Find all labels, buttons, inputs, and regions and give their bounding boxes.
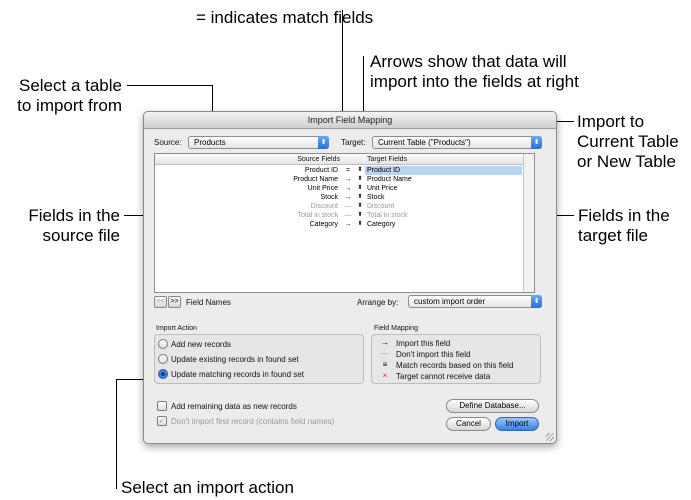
legend-symbol-icon: → xyxy=(381,338,389,347)
add-remaining-checkbox[interactable] xyxy=(157,401,167,411)
mapping-arrow-icon[interactable]: → xyxy=(341,220,355,229)
mapping-arrow-icon[interactable]: — xyxy=(341,202,355,211)
callout-arrows-line1: Arrows show that data will xyxy=(370,52,567,71)
field-names-label: Field Names xyxy=(186,298,231,307)
table-row[interactable]: Discount — ⬍ Discount xyxy=(155,202,534,211)
mapping-arrow-icon[interactable]: → xyxy=(341,175,355,184)
popup-arrows-icon: ⬍ xyxy=(531,295,542,308)
table-row[interactable]: Category → ⬍ Category xyxy=(155,220,534,229)
dialog-title: Import Field Mapping xyxy=(144,112,556,129)
list-header: Source Fields Target Fields xyxy=(155,154,534,165)
source-field-name: Total in stock xyxy=(297,212,338,219)
target-field-name: Unit Price xyxy=(367,185,398,192)
arrange-by-popup[interactable]: custom import order ⬍ xyxy=(408,295,542,308)
target-field-name: Product Name xyxy=(367,176,412,183)
field-mapping-list[interactable]: Source Fields Target Fields Product ID = ⬍… xyxy=(154,153,535,293)
callout-import-to-line2: Current Table xyxy=(577,132,679,151)
legend-label: Target cannot receive data xyxy=(396,372,491,381)
define-database-button[interactable]: Define Database... xyxy=(446,399,539,413)
label-add-new-records[interactable]: Add new records xyxy=(171,340,231,349)
field-mapping-title: Field Mapping xyxy=(374,325,418,332)
radio-update-existing[interactable] xyxy=(158,354,168,364)
legend-symbol-icon: — xyxy=(381,349,389,358)
popup-arrows-icon: ⬍ xyxy=(531,136,542,149)
legend-label: Don't import this field xyxy=(396,350,471,359)
reorder-handle-icon[interactable]: ⬍ xyxy=(356,220,364,229)
source-popup[interactable]: Products ⬍ xyxy=(188,136,329,149)
legend-label: Import this field xyxy=(396,339,451,348)
popup-arrows-icon: ⬍ xyxy=(318,136,329,149)
import-field-mapping-dialog: Import Field Mapping Source: Products ⬍ … xyxy=(143,111,557,444)
field-mapping-legend: → Import this field — Don't import this fie… xyxy=(371,334,541,384)
callout-fields-source-line2: source file xyxy=(42,226,120,245)
reorder-handle-icon[interactable]: ⬍ xyxy=(356,184,364,193)
label-update-existing[interactable]: Update existing records in found set xyxy=(171,355,299,364)
radio-update-matching[interactable] xyxy=(158,369,168,379)
radio-add-new-records[interactable] xyxy=(158,339,168,349)
dont-import-first-checkbox[interactable]: ✓ xyxy=(157,416,167,426)
target-popup-value: Current Table ("Products") xyxy=(378,138,471,147)
callout-import-to-line3: or New Table xyxy=(577,152,676,171)
callout-match-fields: = indicates match fields xyxy=(196,8,374,27)
table-row[interactable]: Total in stock — ⬍ Total in stock xyxy=(155,211,534,220)
target-field-name: Product ID xyxy=(365,166,522,175)
list-scrollbar[interactable] xyxy=(523,154,534,292)
source-field-name: Discount xyxy=(310,203,338,210)
source-popup-value: Products xyxy=(194,138,226,147)
reorder-handle-icon[interactable]: ⬍ xyxy=(356,202,364,211)
legend-symbol-icon: × xyxy=(382,371,388,380)
table-row[interactable]: Product ID = ⬍ Product ID xyxy=(155,166,534,175)
target-label: Target: xyxy=(341,138,366,147)
source-field-name: Category xyxy=(309,221,338,228)
legend-symbol-icon: ≡ xyxy=(382,360,388,369)
leader-select-table-h xyxy=(127,85,212,86)
column-header-source[interactable]: Source Fields xyxy=(297,154,340,165)
resize-grip-icon[interactable] xyxy=(546,433,554,441)
callout-import-to-line1: Import to xyxy=(577,112,645,131)
leader-select-action-v xyxy=(116,379,117,489)
callout-fields-target-line1: Fields in the xyxy=(578,206,670,225)
callout-select-table-line2: to import from xyxy=(17,96,122,115)
reorder-handle-icon[interactable]: ⬍ xyxy=(356,175,364,184)
arrange-by-label: Arrange by: xyxy=(357,298,399,307)
callout-arrows-line2: import into the fields at right xyxy=(370,72,579,91)
table-row[interactable]: Unit Price → ⬍ Unit Price xyxy=(155,184,534,193)
source-field-name: Product ID xyxy=(304,167,338,174)
next-record-button[interactable]: >> xyxy=(168,296,181,308)
arrange-by-value: custom import order xyxy=(414,297,486,306)
cancel-button[interactable]: Cancel xyxy=(446,417,491,431)
table-row[interactable]: Stock → ⬍ Stock xyxy=(155,193,534,202)
source-field-name: Stock xyxy=(320,194,338,201)
import-button[interactable]: Import xyxy=(495,417,539,431)
reorder-handle-icon[interactable]: ⬍ xyxy=(356,193,364,202)
target-field-name: Discount xyxy=(367,203,395,210)
callout-fields-source-line1: Fields in the xyxy=(28,206,120,225)
target-popup[interactable]: Current Table ("Products") ⬍ xyxy=(372,136,542,149)
mapping-arrow-icon[interactable]: → xyxy=(341,184,355,193)
callout-select-action: Select an import action xyxy=(121,478,294,497)
import-action-group: Add new records Update existing records … xyxy=(154,334,364,384)
source-field-name: Product Name xyxy=(293,176,338,183)
add-remaining-label[interactable]: Add remaining data as new records xyxy=(171,402,297,411)
reorder-handle-icon[interactable]: ⬍ xyxy=(356,211,364,220)
column-header-target[interactable]: Target Fields xyxy=(367,154,407,165)
mapping-arrow-icon[interactable]: — xyxy=(341,211,355,220)
mapping-arrow-icon[interactable]: → xyxy=(341,193,355,202)
target-field-name: Category xyxy=(367,221,396,228)
callout-select-table-line1: Select a table xyxy=(18,76,122,95)
mapping-arrow-icon[interactable]: = xyxy=(341,166,355,175)
source-label: Source: xyxy=(154,138,182,147)
callout-fields-target-line2: target file xyxy=(578,226,648,245)
reorder-handle-icon[interactable]: ⬍ xyxy=(356,166,364,175)
target-field-name: Total in stock xyxy=(367,212,408,219)
target-field-name: Stock xyxy=(367,194,385,201)
label-update-matching[interactable]: Update matching records in found set xyxy=(171,370,304,379)
legend-label: Match records based on this field xyxy=(396,361,514,370)
import-action-title: Import Action xyxy=(156,325,197,332)
dont-import-first-label: Don't import first record (contains fiel… xyxy=(171,417,335,426)
source-field-name: Unit Price xyxy=(307,185,338,192)
table-row[interactable]: Product Name → ⬍ Product Name xyxy=(155,175,534,184)
prev-record-button[interactable]: << xyxy=(154,296,167,308)
